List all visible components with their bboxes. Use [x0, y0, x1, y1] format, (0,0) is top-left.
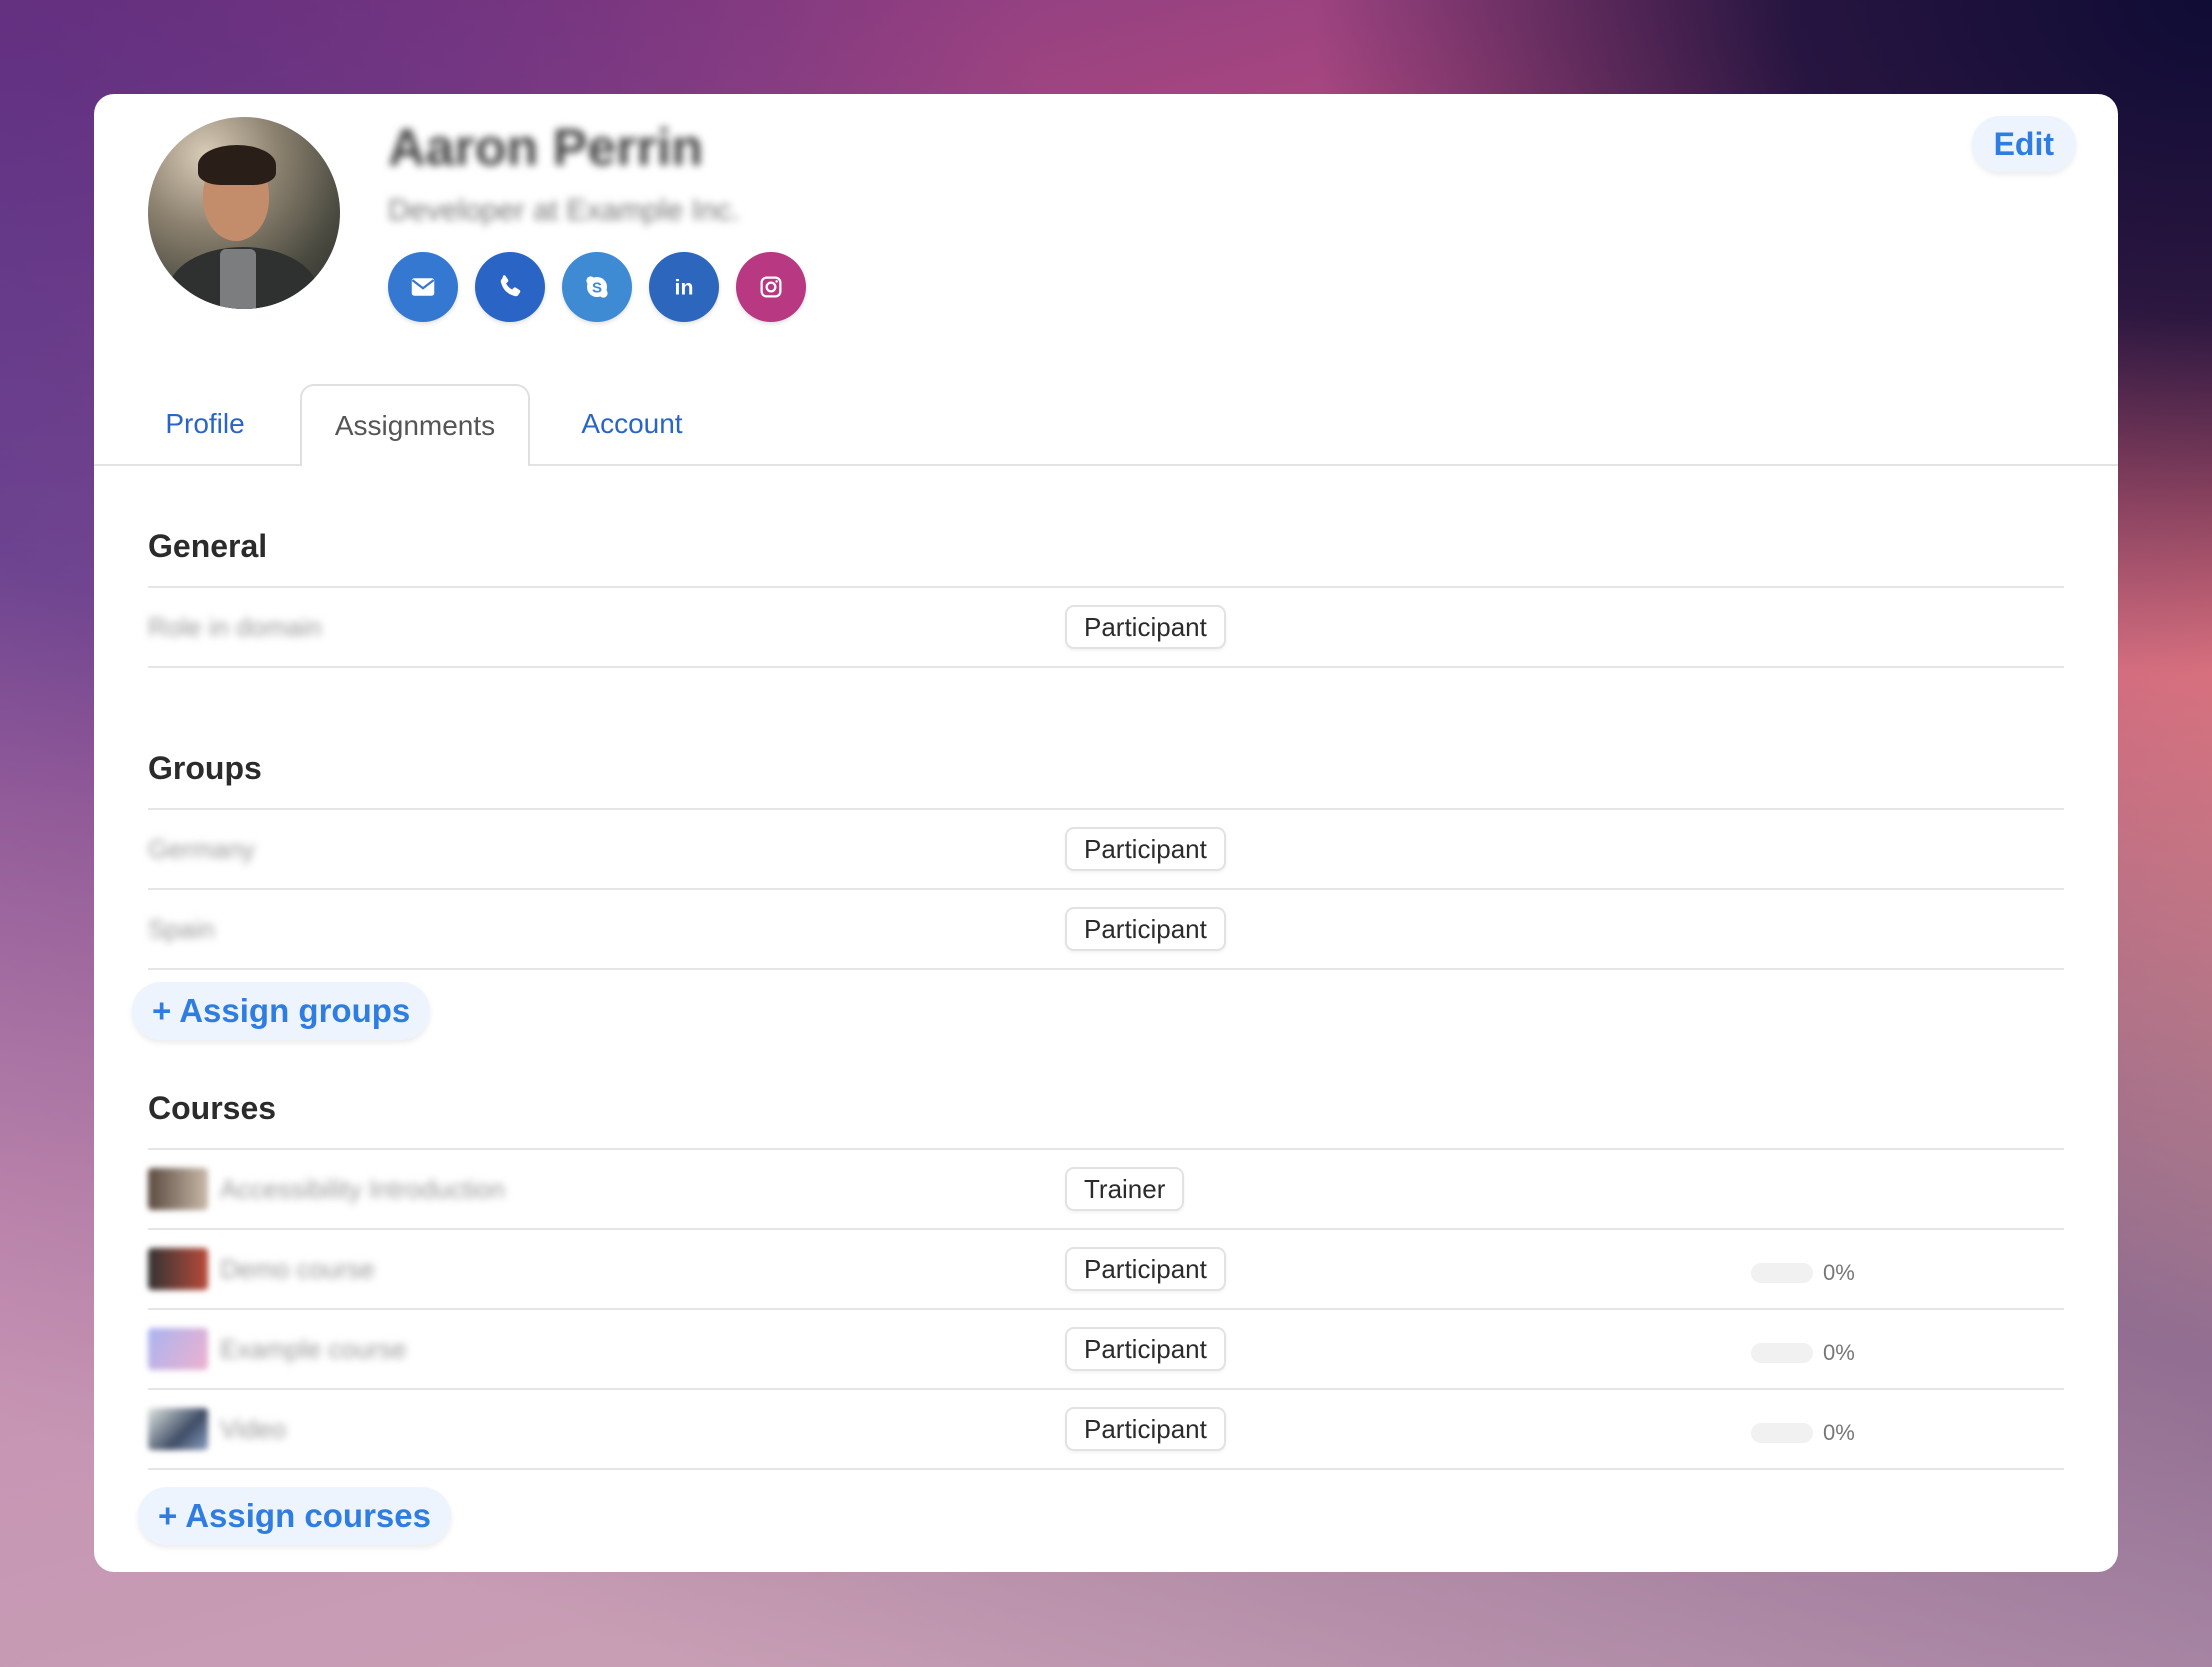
progress-bar [1751, 1343, 1813, 1363]
social-links: S in [388, 252, 806, 322]
tab-account[interactable]: Account [552, 384, 712, 464]
assign-groups-button[interactable]: + Assign groups [132, 982, 431, 1040]
section-title-courses: Courses [148, 1090, 277, 1126]
skype-button[interactable]: S [562, 252, 632, 322]
table-row: Video Participant 0% [148, 1388, 2064, 1470]
skype-icon: S [586, 276, 608, 298]
role-badge: Participant [1065, 1407, 1226, 1451]
row-label: Spain [148, 914, 215, 944]
role-badge: Participant [1065, 605, 1226, 649]
instagram-button[interactable] [736, 252, 806, 322]
tab-profile[interactable]: Profile [148, 384, 262, 464]
row-label: Germany [148, 834, 255, 864]
row-label: Accessibility Introduction [220, 1174, 505, 1204]
phone-button[interactable] [475, 252, 545, 322]
row-label: Role in domain [148, 612, 322, 642]
table-row: Accessibility Introduction Trainer [148, 1148, 2064, 1228]
course-thumbnail [148, 1168, 208, 1210]
row-label: Video [220, 1414, 287, 1444]
phone-icon [500, 275, 521, 297]
table-row: Example course Participant 0% [148, 1308, 2064, 1388]
user-name: Aaron Perrin [388, 119, 703, 177]
assign-courses-button[interactable]: + Assign courses [138, 1487, 451, 1545]
role-badge: Participant [1065, 1247, 1226, 1291]
table-row: Germany Participant [148, 808, 2064, 888]
svg-text:in: in [675, 276, 694, 300]
progress: 0% [1751, 1340, 1855, 1366]
tab-bar: Profile Assignments Account [94, 384, 2118, 466]
avatar [148, 117, 340, 309]
progress-text: 0% [1823, 1340, 1855, 1365]
progress-text: 0% [1823, 1260, 1855, 1285]
table-row: Spain Participant [148, 888, 2064, 970]
user-profile-card: Aaron Perrin Developer at Example Inc. S… [94, 94, 2118, 1572]
role-badge: Participant [1065, 827, 1226, 871]
section-title-general: General [148, 528, 268, 564]
instagram-icon [760, 276, 782, 298]
course-thumbnail [148, 1328, 208, 1370]
progress: 0% [1751, 1260, 1855, 1286]
section-title-groups: Groups [148, 750, 262, 786]
progress: 0% [1751, 1420, 1855, 1446]
svg-text:S: S [592, 280, 602, 297]
course-thumbnail [148, 1248, 208, 1290]
table-row: Demo course Participant 0% [148, 1228, 2064, 1308]
progress-bar [1751, 1423, 1813, 1443]
progress-bar [1751, 1263, 1813, 1283]
email-button[interactable] [388, 252, 458, 322]
linkedin-button[interactable]: in [649, 252, 719, 322]
role-badge: Participant [1065, 1327, 1226, 1371]
course-thumbnail [148, 1408, 208, 1450]
user-subtitle: Developer at Example Inc. [388, 194, 740, 227]
role-badge: Participant [1065, 907, 1226, 951]
row-label: Demo course [220, 1254, 375, 1284]
linkedin-icon: in [675, 276, 694, 300]
role-badge: Trainer [1065, 1167, 1185, 1211]
envelope-icon [411, 278, 435, 296]
edit-button[interactable]: Edit [1971, 116, 2076, 172]
progress-text: 0% [1823, 1420, 1855, 1445]
tab-assignments[interactable]: Assignments [300, 384, 530, 466]
table-row: Role in domain Participant [148, 586, 2064, 668]
row-label: Example course [220, 1334, 407, 1364]
